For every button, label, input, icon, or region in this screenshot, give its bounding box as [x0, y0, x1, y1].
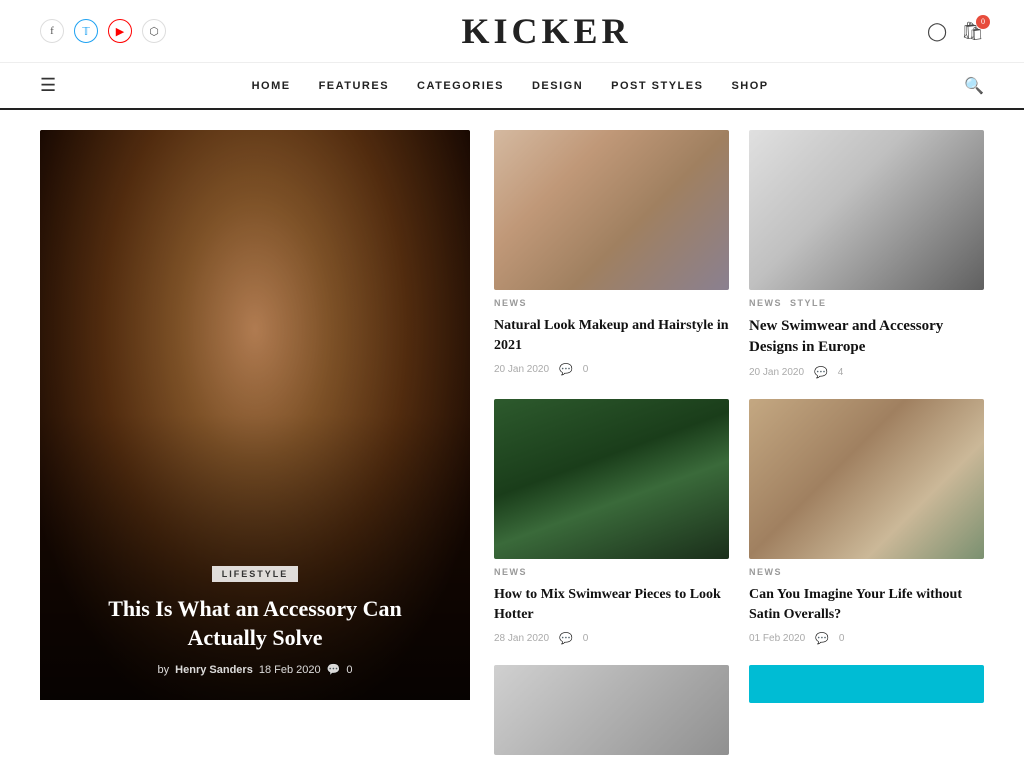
article-img-overalls	[749, 399, 984, 559]
nav-bar: ☰ HOME FEATURES CATEGORIES DESIGN POST S…	[0, 63, 1024, 110]
cart-icon[interactable]: 🛍 0	[961, 21, 984, 42]
instagram-icon[interactable]: ⬡	[142, 19, 166, 43]
cart-badge: 0	[976, 15, 990, 29]
header-icons: ◯ 🛍 0	[927, 21, 984, 42]
featured-comments: 0	[346, 664, 352, 676]
social-icons: f 𝕋 ▶ ⬡	[40, 19, 166, 43]
main-content: LIFESTYLE This Is What an Accessory Can …	[0, 110, 1024, 775]
nav-home[interactable]: HOME	[252, 80, 291, 92]
article-tags-hat: NEWS STYLE	[749, 298, 984, 308]
featured-author: Henry Sanders	[175, 664, 253, 676]
article-card-bottom-left[interactable]	[494, 665, 729, 755]
featured-meta: by Henry Sanders 18 Feb 2020 💬 0	[158, 663, 353, 676]
comment-icon-makeup: 💬	[559, 363, 573, 376]
article-meta-overalls: 01 Feb 2020 💬 0	[749, 632, 984, 645]
article-comments-swimwear: 0	[583, 633, 589, 644]
article-card-teal[interactable]	[749, 665, 984, 755]
article-tags-swimwear: NEWS	[494, 567, 729, 577]
comment-icon-hat: 💬	[814, 366, 828, 379]
article-tags: NEWS	[494, 298, 729, 308]
search-icon[interactable]: 🔍	[964, 76, 984, 96]
article-card-hat[interactable]: NEWS STYLE New Swimwear and Accessory De…	[749, 130, 984, 379]
youtube-icon[interactable]: ▶	[108, 19, 132, 43]
featured-category: LIFESTYLE	[212, 566, 299, 582]
article-title-hat: New Swimwear and Accessory Designs in Eu…	[749, 316, 984, 358]
featured-by: by	[158, 664, 170, 676]
article-tag-overalls: NEWS	[749, 567, 782, 577]
top-bar: f 𝕋 ▶ ⬡ KICKER ◯ 🛍 0	[0, 0, 1024, 63]
article-img-hat	[749, 130, 984, 290]
article-tag-swimwear: NEWS	[494, 567, 527, 577]
nav-links: HOME FEATURES CATEGORIES DESIGN POST STY…	[56, 78, 964, 94]
article-card-makeup[interactable]: NEWS Natural Look Makeup and Hairstyle i…	[494, 130, 729, 379]
facebook-icon[interactable]: f	[40, 19, 64, 43]
article-date-hat: 20 Jan 2020	[749, 367, 804, 378]
hamburger-menu[interactable]: ☰	[40, 75, 56, 96]
nav-design[interactable]: DESIGN	[532, 80, 583, 92]
article-title-swimwear: How to Mix Swimwear Pieces to Look Hotte…	[494, 585, 729, 624]
nav-categories[interactable]: CATEGORIES	[417, 80, 504, 92]
article-card-overalls[interactable]: NEWS Can You Imagine Your Life without S…	[749, 399, 984, 645]
article-title-makeup: Natural Look Makeup and Hairstyle in 202…	[494, 316, 729, 355]
article-comments-overalls: 0	[839, 633, 845, 644]
article-card-swimwear[interactable]: NEWS How to Mix Swimwear Pieces to Look …	[494, 399, 729, 645]
featured-title: This Is What an Accessory Can Actually S…	[68, 594, 442, 653]
article-meta-hat: 20 Jan 2020 💬 4	[749, 366, 984, 379]
featured-date: 18 Feb 2020	[259, 664, 321, 676]
article-tag-style: STYLE	[790, 298, 827, 308]
article-title-overalls: Can You Imagine Your Life without Satin …	[749, 585, 984, 624]
article-date-swimwear: 28 Jan 2020	[494, 633, 549, 644]
article-meta-swimwear: 28 Jan 2020 💬 0	[494, 632, 729, 645]
article-img-bottom-left	[494, 665, 729, 755]
article-date-makeup: 20 Jan 2020	[494, 364, 549, 375]
user-icon[interactable]: ◯	[927, 21, 947, 42]
nav-post-styles[interactable]: POST STYLES	[611, 80, 703, 92]
article-img-makeup	[494, 130, 729, 290]
article-tags-overalls: NEWS	[749, 567, 984, 577]
nav-features[interactable]: FEATURES	[319, 80, 389, 92]
article-tag: NEWS	[494, 298, 527, 308]
comment-icon: 💬	[327, 663, 341, 676]
twitter-icon[interactable]: 𝕋	[74, 19, 98, 43]
article-date-overalls: 01 Feb 2020	[749, 633, 805, 644]
articles-grid: NEWS Natural Look Makeup and Hairstyle i…	[470, 130, 984, 755]
article-meta-makeup: 20 Jan 2020 💬 0	[494, 363, 729, 376]
comment-icon-overalls: 💬	[815, 632, 829, 645]
nav-shop[interactable]: SHOP	[731, 80, 768, 92]
comment-icon-swimwear: 💬	[559, 632, 573, 645]
article-img-swimwear	[494, 399, 729, 559]
article-comments-hat: 4	[838, 367, 844, 378]
article-tag-news: NEWS	[749, 298, 782, 308]
featured-article[interactable]: LIFESTYLE This Is What an Accessory Can …	[40, 130, 470, 755]
site-title: KICKER	[166, 10, 927, 52]
teal-bar	[749, 665, 984, 703]
article-comments-makeup: 0	[583, 364, 589, 375]
